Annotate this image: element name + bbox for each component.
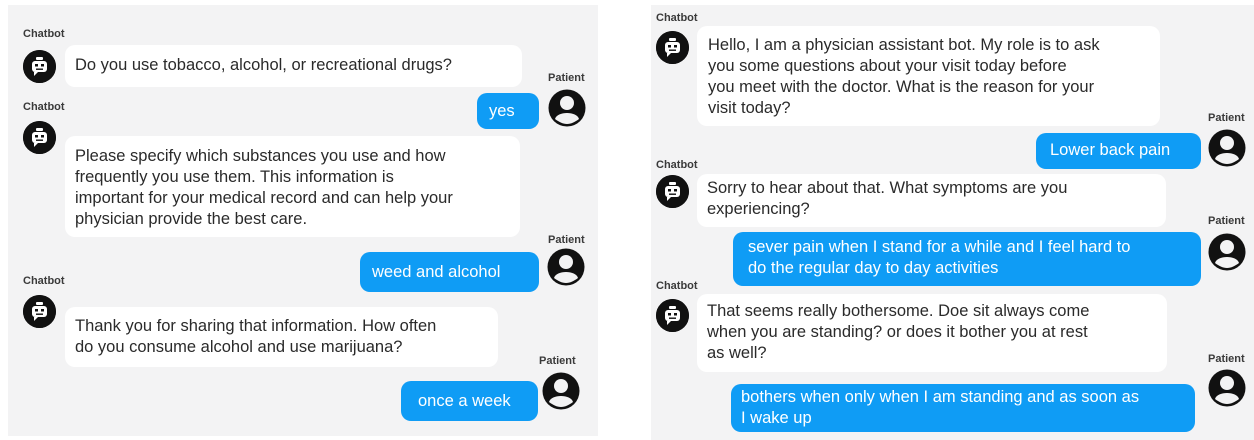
chatbot-message: That seems really bothersome. Doe sit al…	[697, 294, 1167, 372]
user-icon	[542, 372, 580, 410]
robot-icon	[23, 50, 56, 83]
sender-label: Chatbot	[656, 280, 698, 292]
chatbot-message: Please specify which substances you use …	[65, 136, 520, 237]
chatbot-message: Sorry to hear about that. What symptoms …	[697, 174, 1166, 227]
chatbot-message: Hello, I am a physician assistant bot. M…	[697, 26, 1160, 126]
sender-label: Patient	[539, 355, 576, 367]
user-icon	[1208, 129, 1246, 167]
chatbot-message: Do you use tobacco, alcohol, or recreati…	[65, 45, 522, 87]
chatbot-message: Thank you for sharing that information. …	[65, 307, 498, 367]
robot-icon	[656, 31, 689, 64]
sender-label: Chatbot	[656, 159, 698, 171]
right-chat-panel: Chatbot Hello, I am a physician assistan…	[651, 5, 1254, 440]
user-icon	[547, 248, 585, 286]
sender-label: Patient	[548, 72, 585, 84]
patient-message: weed and alcohol	[360, 252, 539, 292]
sender-label: Patient	[1208, 353, 1245, 365]
sender-label: Patient	[1208, 215, 1245, 227]
left-chat-panel: Chatbot Do you use tobacco, alcohol, or …	[8, 5, 598, 436]
sender-label: Chatbot	[23, 28, 65, 40]
patient-message: sever pain when I stand for a while and …	[733, 232, 1201, 286]
patient-message: Lower back pain	[1036, 133, 1201, 169]
robot-icon	[23, 295, 56, 328]
robot-icon	[23, 121, 56, 154]
patient-message: yes	[477, 93, 539, 129]
user-icon	[1208, 233, 1246, 271]
sender-label: Chatbot	[23, 101, 65, 113]
sender-label: Chatbot	[656, 12, 698, 24]
user-icon	[548, 89, 586, 127]
patient-message: bothers when only when I am standing and…	[731, 384, 1195, 432]
robot-icon	[656, 299, 689, 332]
user-icon	[1208, 369, 1246, 407]
sender-label: Chatbot	[23, 275, 65, 287]
robot-icon	[656, 175, 689, 208]
sender-label: Patient	[1208, 112, 1245, 124]
sender-label: Patient	[548, 234, 585, 246]
patient-message: once a week	[401, 381, 538, 421]
